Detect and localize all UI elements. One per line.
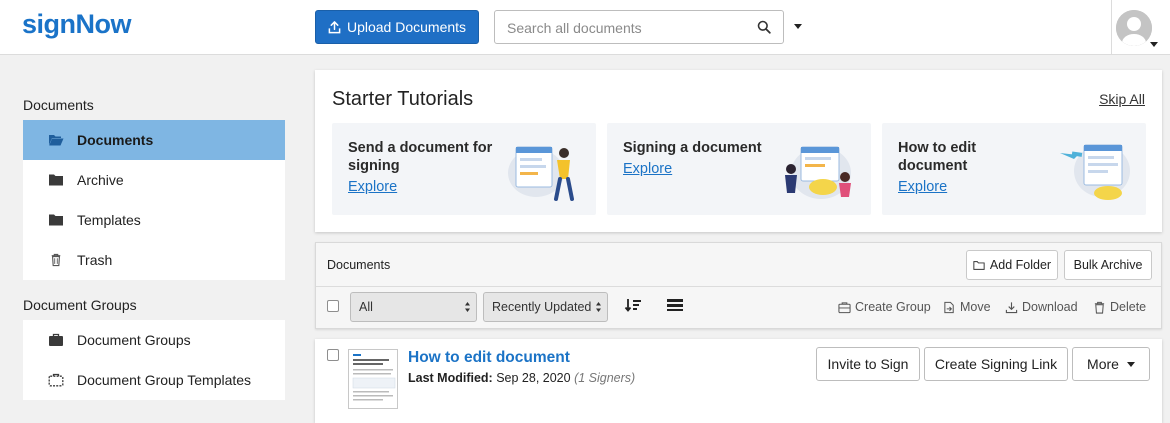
bulk-archive-button[interactable]: Bulk Archive [1064,250,1152,280]
document-thumbnail[interactable] [348,349,398,409]
divider [316,286,1161,287]
explore-link[interactable]: Explore [898,179,947,195]
list-view-icon[interactable] [666,297,684,313]
chevron-down-icon [1150,42,1158,47]
tutorial-title: How to edit document [898,140,977,174]
download-icon [1005,301,1018,313]
document-name-link[interactable]: How to edit document [408,349,570,367]
skip-all-link[interactable]: Skip All [1099,91,1145,107]
download-label: Download [1022,300,1078,314]
tutorial-title: Signing a document [623,140,762,156]
add-folder-label: Add Folder [989,258,1052,272]
select-arrows-icon [596,302,601,312]
delete-action[interactable]: Delete [1093,300,1146,314]
send-document-illustration-icon [508,146,574,201]
documents-nav: Documents Archive Templates Trash [23,120,285,280]
tutorial-title: Send a document for signing [348,140,493,174]
search-input[interactable] [507,18,747,38]
documents-panel-title: Documents [327,258,391,272]
edit-document-illustration-icon [1060,144,1130,200]
avatar [1116,10,1152,46]
signnow-logo[interactable]: signNow [22,9,132,40]
sort-select[interactable]: Recently Updated [483,292,608,322]
user-silhouette-icon [1116,10,1152,46]
document-row[interactable]: How to edit document Last Modified: Sep … [315,339,1162,423]
briefcase-outline-icon [48,372,64,388]
sidebar-item-label: Templates [77,212,141,228]
filter-select[interactable]: All [350,292,477,322]
documents-panel: Documents Add Folder Bulk Archive All Re… [315,242,1162,329]
sidebar-item-label: Document Group Templates [77,372,252,388]
sidebar-item-trash[interactable]: Trash [23,240,285,280]
trash-icon [1094,301,1105,314]
top-header: signNow Upload Documents [0,0,1170,55]
trash-icon [48,252,64,268]
folder-icon [48,212,64,228]
sidebar-item-label: Trash [77,252,113,268]
move-action[interactable]: Move [943,300,991,314]
more-label: More [1087,356,1119,372]
select-all-checkbox[interactable] [327,300,339,312]
tutorial-send-document[interactable]: Send a document for signing Explore [332,123,596,215]
move-label: Move [960,300,991,314]
folder-outline-icon [973,260,985,270]
more-button[interactable]: More [1072,347,1150,381]
sidebar-item-documents[interactable]: Documents [23,120,285,160]
document-groups-section-heading: Document Groups [23,297,137,313]
search-options-dropdown-icon[interactable] [794,24,802,29]
invite-to-sign-button[interactable]: Invite to Sign [816,347,920,381]
download-action[interactable]: Download [1005,300,1078,314]
sort-order-icon[interactable] [624,297,642,313]
explore-link[interactable]: Explore [348,179,397,195]
tutorial-edit-document[interactable]: How to edit document Explore [882,123,1146,215]
move-icon [944,301,954,313]
add-folder-button[interactable]: Add Folder [966,250,1058,280]
search-icon[interactable] [757,20,771,34]
briefcase-icon [838,301,851,313]
signers-count: (1 Signers) [574,371,636,385]
create-group-label: Create Group [855,300,931,314]
upload-documents-button[interactable]: Upload Documents [315,10,479,44]
document-checkbox[interactable] [327,349,339,361]
tutorial-signing-document[interactable]: Signing a document Explore [607,123,871,215]
sidebar-item-document-groups[interactable]: Document Groups [23,320,285,360]
folder-icon [48,172,64,188]
sidebar-item-archive[interactable]: Archive [23,160,285,200]
sidebar-item-templates[interactable]: Templates [23,200,285,240]
signing-document-illustration-icon [785,146,851,199]
bulk-archive-label: Bulk Archive [1073,258,1143,272]
invite-to-sign-label: Invite to Sign [827,356,909,372]
last-modified-label: Last Modified: [408,371,493,385]
sidebar-item-label: Archive [77,172,124,188]
create-group-action[interactable]: Create Group [838,300,931,314]
delete-label: Delete [1110,300,1147,314]
create-signing-link-button[interactable]: Create Signing Link [924,347,1068,381]
sort-select-value: Recently Updated [492,300,592,314]
search-box [494,10,784,44]
sidebar-item-document-group-templates[interactable]: Document Group Templates [23,360,285,400]
user-menu[interactable] [1111,0,1170,54]
document-preview-icon [352,354,396,401]
document-groups-nav: Document Groups Document Group Templates [23,320,285,400]
document-meta: Last Modified: Sep 28, 2020 (1 Signers) [408,371,635,385]
upload-documents-label: Upload Documents [346,19,467,35]
briefcase-icon [48,332,64,348]
starter-tutorials-title: Starter Tutorials [332,88,474,110]
filter-select-value: All [359,300,373,314]
create-signing-link-label: Create Signing Link [934,356,1058,372]
select-arrows-icon [465,302,470,312]
last-modified-value: Sep 28, 2020 [496,371,571,385]
sidebar-item-label: Document Groups [77,332,191,348]
starter-tutorials-card: Starter Tutorials Skip All Send a docume… [315,70,1162,232]
upload-icon [328,20,341,33]
folder-open-icon [48,132,64,148]
documents-section-heading: Documents [23,97,94,113]
sidebar-item-label: Documents [77,132,154,148]
explore-link[interactable]: Explore [623,161,672,177]
chevron-down-icon [1126,361,1135,367]
